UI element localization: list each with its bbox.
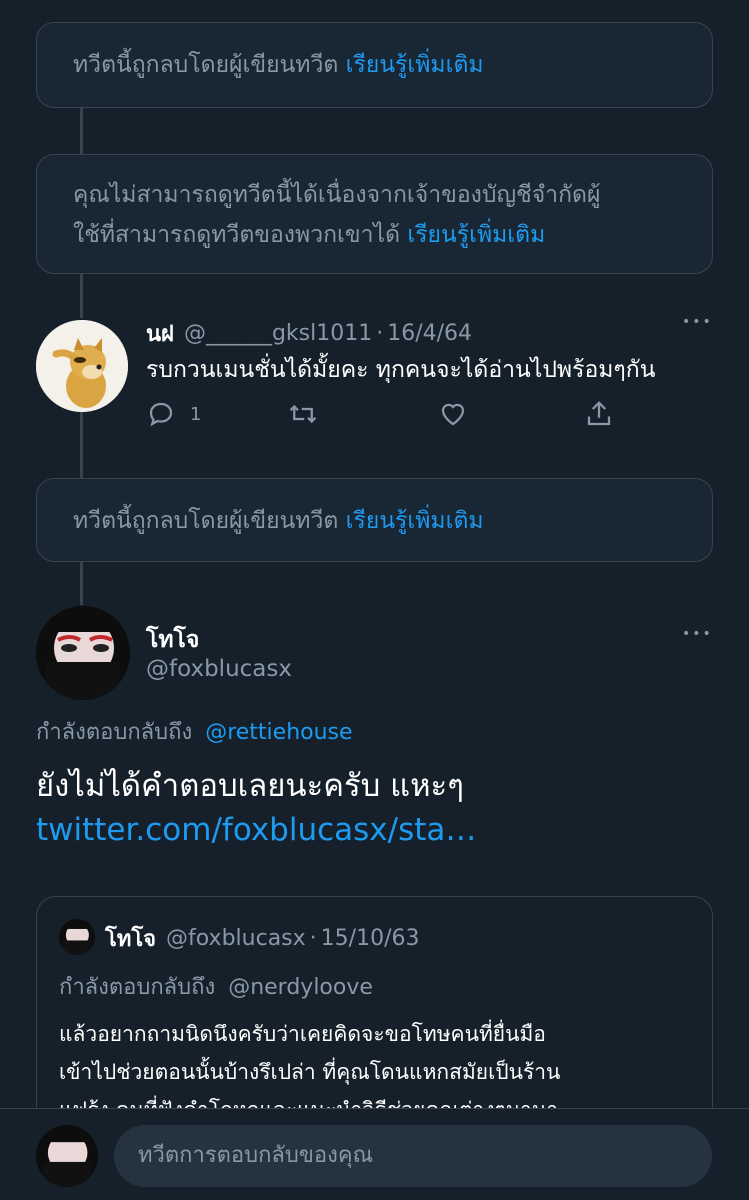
restricted-tweet-notice: คุณไม่สามารถดูทวีตนี้ได้เนื่องจากเจ้าของ…	[36, 154, 713, 274]
display-name: โทโจ	[105, 927, 157, 952]
separator: ·	[309, 926, 317, 951]
tweet-text: รบกวนเมนชั่นได้มั้ยคะ ทุกคนจะได้อ่านไปพร…	[146, 357, 656, 383]
user-avatar-image	[36, 1125, 98, 1187]
user-avatar-image	[59, 919, 95, 955]
notice-text: ทวีตนี้ถูกลบโดยผู้เขียนทวีต	[73, 508, 339, 534]
avatar[interactable]	[36, 606, 130, 700]
quote-header: โทโจ @foxblucasx · 15/10/63	[105, 921, 419, 956]
display-name[interactable]: นฝ	[146, 316, 174, 351]
deleted-tweet-notice: ทวีตนี้ถูกลบโดยผู้เขียนทวีต เรียนรู้เพิ่…	[36, 22, 713, 108]
tweet-actions: 1	[146, 396, 626, 432]
learn-more-link[interactable]: เรียนรู้เพิ่มเติม	[346, 52, 484, 78]
reply-bar: ทวีตการตอบกลับของคุณ	[0, 1108, 749, 1200]
heart-icon	[441, 403, 465, 426]
replying-prefix: กำลังตอบกลับถึง	[59, 975, 216, 1000]
display-name[interactable]: โทโจ	[146, 622, 199, 658]
replying-to: กำลังตอบกลับถึง @nerdyloove	[59, 969, 373, 1004]
avatar	[59, 919, 95, 955]
handle[interactable]: @foxblucasx	[146, 656, 292, 682]
my-avatar	[36, 1125, 98, 1187]
reply-button[interactable]: 1	[146, 396, 201, 432]
replying-to: กำลังตอบกลับถึง @rettiehouse	[36, 714, 353, 749]
learn-more-link[interactable]: เรียนรู้เพิ่มเติม	[407, 222, 545, 248]
retweet-icon	[289, 404, 317, 424]
handle: @foxblucasx	[166, 926, 306, 951]
deleted-tweet-notice: ทวีตนี้ถูกลบโดยผู้เขียนทวีต เรียนรู้เพิ่…	[36, 478, 713, 562]
replying-prefix: กำลังตอบกลับถึง	[36, 720, 193, 745]
quote-text-line: แล้วอยากถามนิดนึงครับว่าเคยคิดจะขอโทษคนท…	[59, 1022, 546, 1046]
separator: ·	[376, 320, 384, 346]
thread-connector	[80, 561, 83, 605]
tweet-date[interactable]: 16/4/64	[387, 321, 472, 346]
share-icon	[587, 401, 611, 426]
tweet-link[interactable]: twitter.com/foxblucasx/sta…	[36, 812, 476, 848]
doge-avatar-image	[36, 320, 128, 412]
more-options-icon[interactable]: •••	[682, 626, 713, 642]
thread-connector	[80, 108, 83, 154]
reply-input[interactable]: ทวีตการตอบกลับของคุณ	[114, 1125, 712, 1187]
tweet-date: 15/10/63	[320, 926, 420, 951]
tweet-header: นฝ @______gksl1011 · 16/4/64	[146, 316, 472, 350]
replying-to-handle: @nerdyloove	[228, 975, 373, 1000]
like-button[interactable]	[438, 396, 468, 432]
learn-more-link[interactable]: เรียนรู้เพิ่มเติม	[346, 508, 484, 534]
reply-count: 1	[190, 403, 202, 425]
reply-icon	[149, 402, 173, 427]
user-avatar-image	[36, 606, 130, 700]
handle[interactable]: @______gksl1011	[184, 321, 372, 346]
avatar[interactable]	[36, 320, 128, 412]
replying-to-handle[interactable]: @rettiehouse	[205, 720, 352, 745]
thread-connector	[80, 412, 83, 478]
quote-text-line: เข้าไปช่วยตอนนั้นบ้างรึเปล่า ที่คุณโดนแห…	[59, 1060, 561, 1084]
share-button[interactable]	[584, 396, 614, 432]
notice-text-line2: ใช้ที่สามารถดูทวีตของพวกเขาได้	[73, 222, 401, 248]
retweet-button[interactable]	[288, 396, 318, 432]
notice-text-line1: คุณไม่สามารถดูทวีตนี้ได้เนื่องจากเจ้าของ…	[73, 182, 601, 208]
main-tweet-text: ยังไม่ได้คำตอบเลยนะครับ แหะๆ	[36, 768, 464, 804]
more-options-icon[interactable]: •••	[682, 314, 713, 330]
notice-text: ทวีตนี้ถูกลบโดยผู้เขียนทวีต	[73, 52, 339, 78]
thread-connector	[80, 274, 83, 318]
